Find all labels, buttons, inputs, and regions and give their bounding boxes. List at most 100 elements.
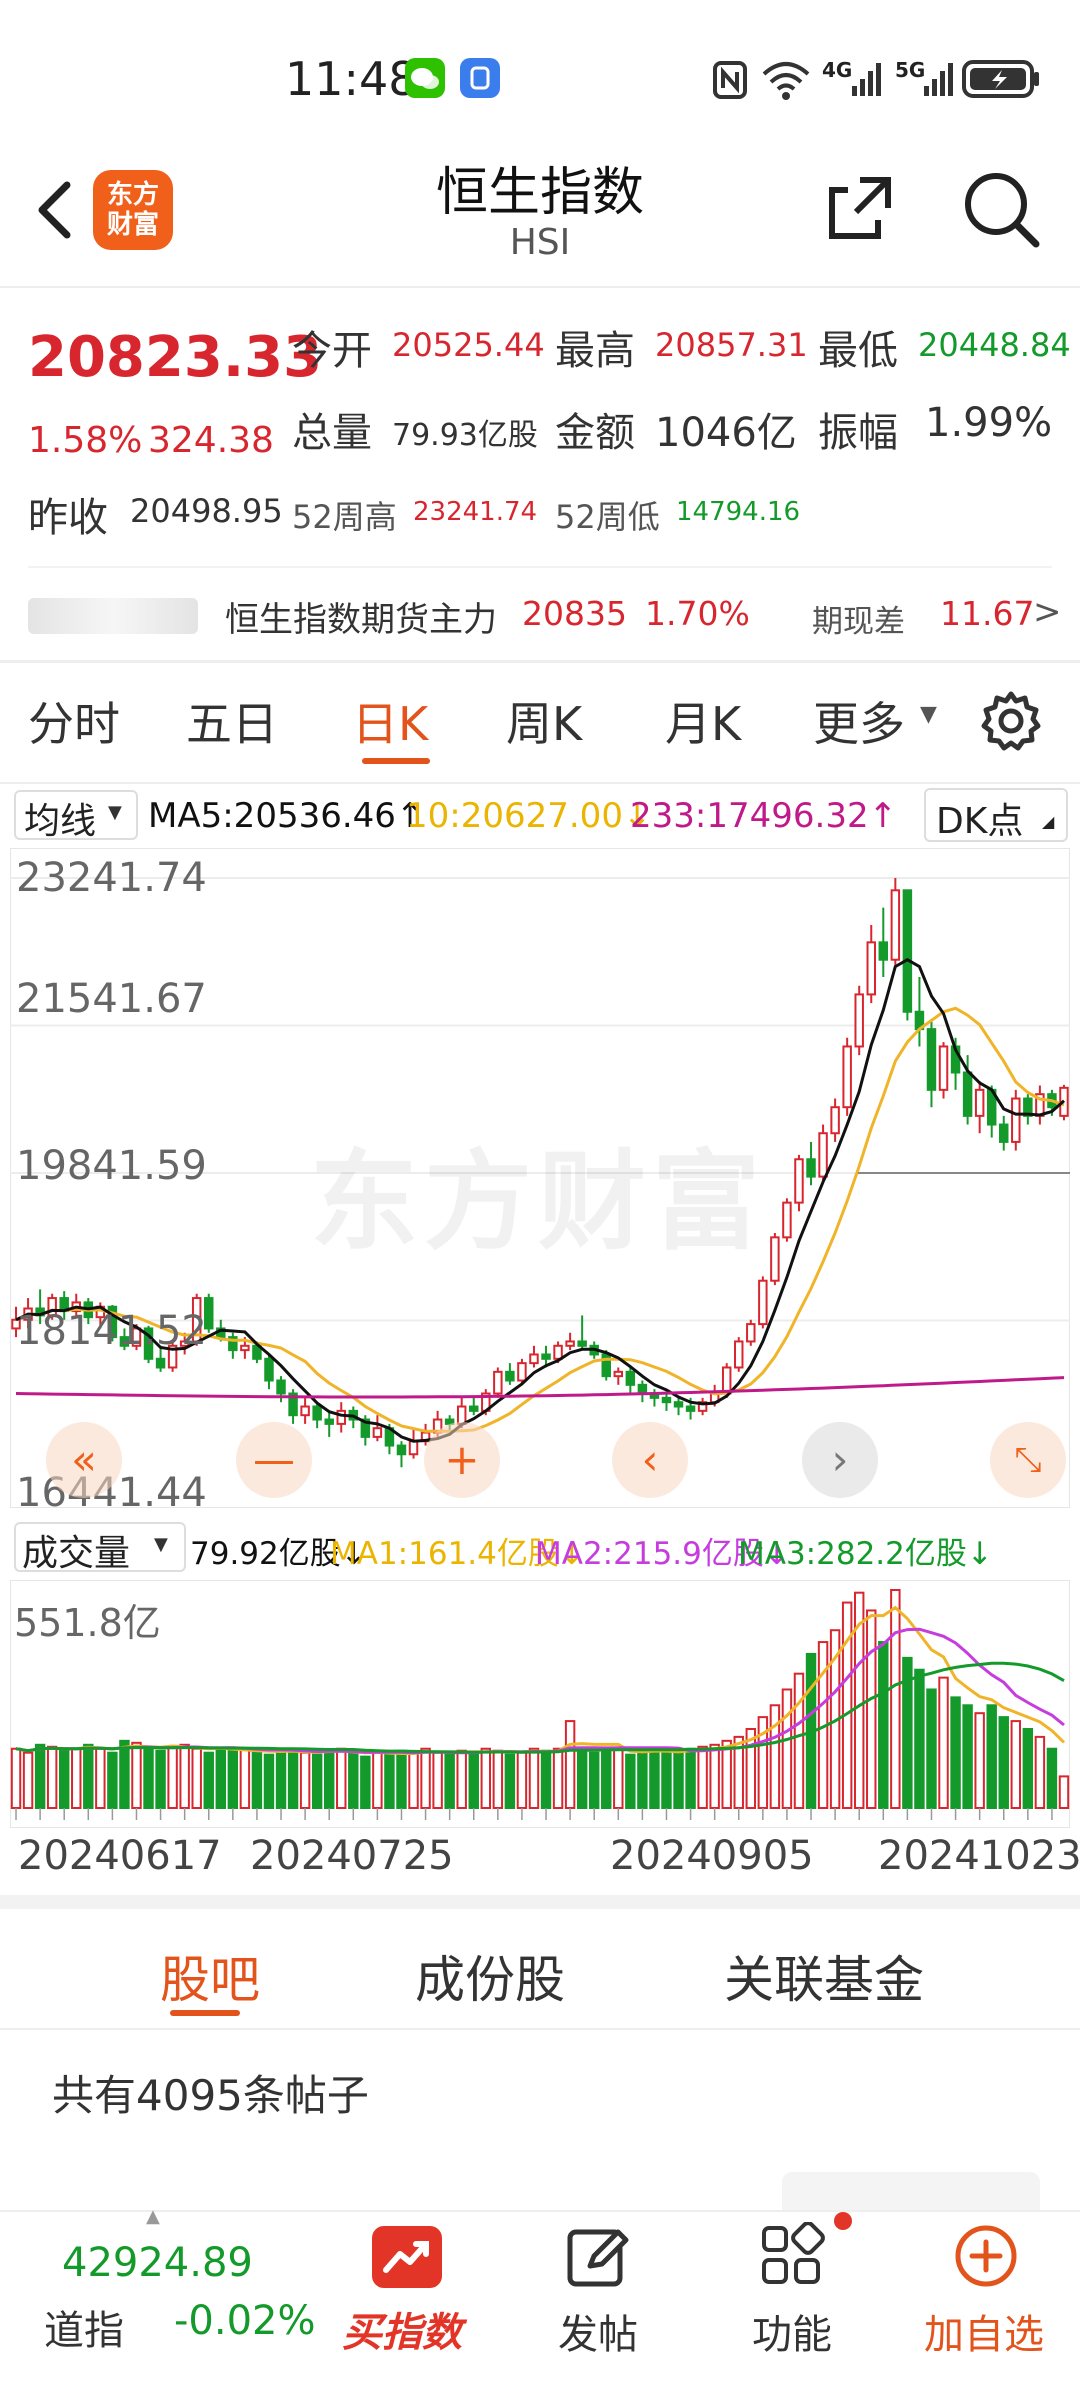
zoom-out-button[interactable]: — [236, 1422, 312, 1498]
scroll-right-button[interactable]: › [802, 1422, 878, 1498]
ma-selector-caret: ▼ [108, 802, 122, 823]
buy-index-label[interactable]: 买指数 [342, 2300, 462, 2358]
tab-intraday[interactable]: 分时 [28, 688, 120, 754]
futures-more-arrow[interactable]: > [1033, 592, 1062, 632]
volume-bar [890, 1589, 901, 1809]
page-subtitle: HSI [509, 222, 571, 263]
function-grid-icon[interactable] [758, 2222, 826, 2290]
volume-bar [22, 1751, 34, 1810]
volume-bar [588, 1751, 600, 1810]
volume-bar [926, 1688, 937, 1809]
volume-bar [348, 1751, 359, 1810]
volume-bar [107, 1751, 118, 1810]
y-axis-label-1: 23241.74 [16, 855, 207, 901]
status-bar: 11:48 4G 5G [0, 0, 1080, 150]
prev-close-label: 昨收 [28, 495, 108, 541]
amount-value: 1046亿 [655, 410, 797, 456]
volume-bar [263, 1753, 275, 1809]
candle-body [770, 1236, 780, 1282]
share-icon[interactable] [820, 168, 900, 248]
tab-weekly-k[interactable]: 周K [506, 688, 582, 754]
volume-bar [914, 1668, 925, 1809]
function-label[interactable]: 功能 [752, 2302, 832, 2360]
volume-bar [1022, 1727, 1034, 1810]
chart-watermark: 东方财富 [310, 1140, 767, 1265]
tab-five-day[interactable]: 五日 [186, 688, 278, 754]
dow-index-label[interactable]: 道指 [44, 2298, 124, 2356]
volume-bar [456, 1749, 467, 1809]
add-watchlist-label[interactable]: 加自选 [924, 2302, 1044, 2360]
rewind-button[interactable]: « [46, 1422, 122, 1498]
signal-4g-label: 4G [822, 58, 853, 82]
page-title: 恒生指数 [435, 163, 644, 223]
volume-bar [71, 1747, 82, 1809]
candle-body [806, 1158, 816, 1178]
candle-body [300, 1405, 310, 1417]
candle-body [493, 1370, 503, 1395]
tab-more[interactable]: 更多 [813, 688, 905, 754]
volume-bar [637, 1751, 648, 1810]
volume-bar [299, 1751, 311, 1810]
volume-selector-label[interactable]: 成交量 [22, 1524, 130, 1576]
volume-bar [1058, 1775, 1070, 1810]
tab-stock-bar[interactable]: 股吧 [160, 1940, 260, 2012]
volume-bar [203, 1751, 214, 1810]
candle-body [469, 1405, 479, 1412]
volume-bar [155, 1749, 166, 1809]
volume-bar [661, 1749, 672, 1809]
status-time: 11:48 [285, 52, 418, 106]
tab-constituents[interactable]: 成份股 [415, 1940, 565, 2012]
high-label: 最高 [555, 328, 635, 374]
blurred-logo [28, 598, 198, 634]
volume-bar [95, 1747, 106, 1809]
low-value: 20448.84 [918, 326, 1071, 364]
x-axis-date-3: 20240905 [610, 1833, 814, 1879]
buy-index-icon[interactable] [372, 2226, 442, 2288]
amplitude-value: 1.99% [925, 400, 1053, 446]
post-edit-icon[interactable] [564, 2222, 632, 2290]
candle-body [685, 1405, 696, 1412]
wifi-icon [762, 62, 810, 100]
scroll-left-button[interactable]: ‹ [612, 1422, 688, 1498]
add-circle-icon[interactable] [952, 2222, 1020, 2290]
futures-label[interactable]: 恒生指数期货主力 [225, 592, 497, 641]
x-axis-date-1: 20240617 [18, 1833, 222, 1879]
candle-body [902, 889, 913, 1013]
wechat-icon [405, 58, 445, 98]
gear-icon[interactable] [980, 690, 1042, 752]
change-percent: 1.58% [28, 420, 143, 461]
volume-bar [468, 1751, 479, 1810]
dk-point-label[interactable]: DK点 [936, 792, 1023, 844]
volume-chart[interactable] [10, 1580, 1070, 1828]
tab-related-funds[interactable]: 关联基金 [724, 1940, 924, 2012]
bottom-navigation [0, 2210, 1080, 2402]
dk-corner-icon: ◢ [1042, 812, 1055, 831]
volume-label: 总量 [292, 410, 372, 456]
candle-body [565, 1340, 575, 1347]
candle-body [999, 1123, 1009, 1143]
tab-daily-k[interactable]: 日K [352, 688, 428, 754]
volume-bar [974, 1712, 985, 1810]
ma-selector-label[interactable]: 均线 [24, 792, 96, 844]
section-divider [0, 1895, 1080, 1909]
tab-monthly-k[interactable]: 月K [665, 688, 741, 754]
y-axis-label-3: 19841.59 [16, 1143, 207, 1189]
zoom-in-button[interactable]: + [424, 1422, 500, 1498]
volume-bar [528, 1747, 540, 1809]
volume-bar [721, 1739, 732, 1809]
volume-bar [227, 1749, 239, 1809]
post-label[interactable]: 发帖 [558, 2302, 638, 2360]
volume-bar [46, 1745, 58, 1809]
volume-bar [215, 1747, 227, 1809]
change-value: 324.38 [148, 420, 274, 461]
candle-body [962, 1071, 973, 1117]
volume-bar [1034, 1735, 1046, 1810]
dow-index-change[interactable]: -0.02% [174, 2298, 316, 2344]
volume-bar [179, 1743, 190, 1810]
expand-icon[interactable]: ⤡ [990, 1422, 1066, 1498]
volume-bar [311, 1753, 323, 1809]
candle-body [396, 1444, 407, 1456]
search-icon[interactable] [960, 168, 1042, 250]
volume-bar [1046, 1747, 1058, 1809]
dow-index-value[interactable]: 42924.89 [62, 2240, 253, 2286]
